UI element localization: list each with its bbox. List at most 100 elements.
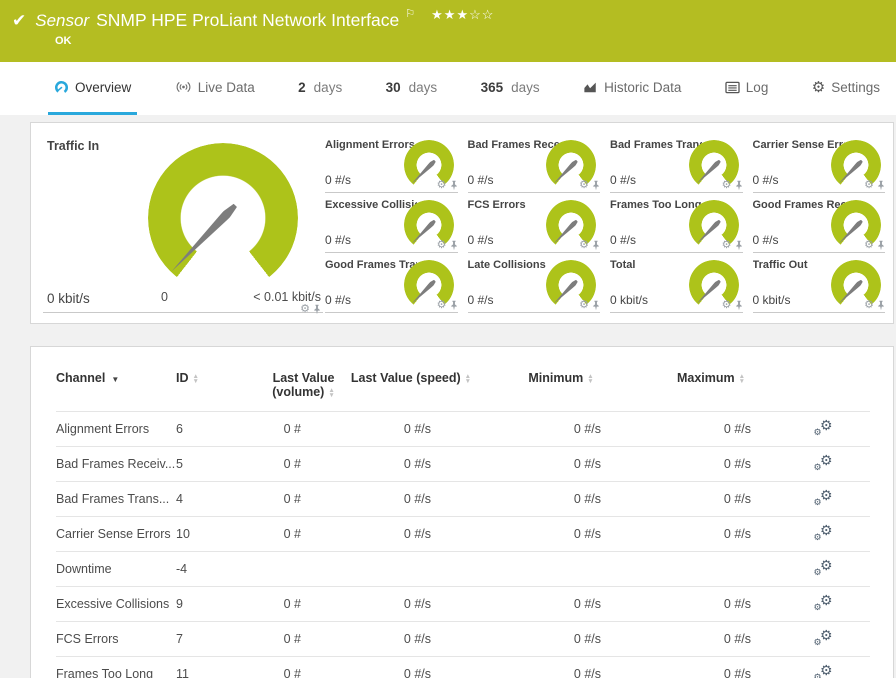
table-row: FCS Errors 7 0 # 0 #/s 0 #/s 0 #/s ⚙ ⚙: [56, 622, 870, 657]
gauge-cell: Good Frames Received 0 #/s ⚙: [753, 193, 886, 253]
channel-gear-icon[interactable]: ⚙: [722, 300, 732, 311]
sort-icon[interactable]: ▲▼: [465, 374, 471, 384]
sort-desc-icon[interactable]: ▼: [111, 375, 119, 384]
tab-overview[interactable]: Overview: [48, 62, 137, 115]
gauge-cell-title: Total: [610, 259, 635, 271]
log-list-icon: [725, 81, 740, 94]
gauge-cell-value: 0 #/s: [610, 173, 636, 187]
channel-gear-icon[interactable]: ⚙: [437, 300, 447, 311]
cell-channel: Frames Too Long: [56, 657, 176, 678]
channel-gear-icon[interactable]: ⚙: [864, 180, 874, 191]
gauge-cell-title: Late Collisions: [468, 259, 546, 271]
main-gauge-title: Traffic In: [47, 139, 99, 153]
sort-icon[interactable]: ▲▼: [739, 374, 745, 384]
edit-channel-gears-icon[interactable]: ⚙ ⚙: [814, 559, 833, 576]
edit-channel-gears-icon[interactable]: ⚙ ⚙: [814, 419, 833, 436]
pin-icon[interactable]: [877, 180, 885, 191]
pin-icon[interactable]: [450, 180, 458, 191]
sort-icon[interactable]: ▲▼: [193, 374, 199, 384]
priority-flag-icon[interactable]: ⚐: [405, 7, 415, 20]
small-gauge-grid: Alignment Errors 0 #/s ⚙ Bad Frames Rece…: [325, 133, 885, 313]
pin-icon[interactable]: [592, 240, 600, 251]
tab-label-word: days: [511, 80, 540, 95]
gauge-icon: [54, 80, 69, 95]
tab-30-days[interactable]: 30 days: [380, 62, 444, 115]
tab-log[interactable]: Log: [719, 62, 775, 115]
priority-stars[interactable]: ★★★☆☆: [431, 7, 494, 23]
tab-live-data[interactable]: Live Data: [169, 62, 261, 115]
pin-icon[interactable]: [877, 240, 885, 251]
channel-gear-icon[interactable]: ⚙: [722, 180, 732, 191]
edit-channel-gears-icon[interactable]: ⚙ ⚙: [814, 489, 833, 506]
sort-icon[interactable]: ▲▼: [587, 374, 593, 384]
channel-gear-icon[interactable]: ⚙: [579, 180, 589, 191]
cell-minimum: 0 #/s: [476, 517, 646, 552]
channel-gear-icon[interactable]: ⚙: [722, 240, 732, 251]
col-header-id[interactable]: ID▲▼: [176, 371, 261, 412]
channel-gear-icon[interactable]: ⚙: [864, 300, 874, 311]
main-gauge-value: 0 kbit/s: [47, 291, 90, 306]
gauge-cell: FCS Errors 0 #/s ⚙: [468, 193, 601, 253]
gauge-cell-title: Alignment Errors: [325, 139, 415, 151]
gauge-min-label: 0: [161, 290, 168, 304]
main-gauge-traffic-in: Traffic In 0 < 0.01 kbit/s 0 kbit/s ⚙: [43, 133, 323, 313]
table-header-row: Channel▼ ID▲▼ Last Value (volume)▲▼ Last…: [56, 371, 870, 412]
cell-last-value-speed: 0 #/s: [346, 482, 476, 517]
channel-gear-icon[interactable]: ⚙: [579, 240, 589, 251]
traffic-in-gauge: [148, 143, 298, 293]
area-chart-icon: [583, 80, 598, 94]
tab-label: Settings: [831, 80, 880, 95]
pin-icon[interactable]: [877, 300, 885, 311]
pin-icon[interactable]: [450, 240, 458, 251]
cell-channel: Excessive Collisions: [56, 587, 176, 622]
edit-channel-gears-icon[interactable]: ⚙ ⚙: [814, 524, 833, 541]
col-header-last-value-speed[interactable]: Last Value (speed)▲▼: [346, 371, 476, 412]
table-row: Frames Too Long 11 0 # 0 #/s 0 #/s 0 #/s…: [56, 657, 870, 678]
cell-maximum: [646, 552, 776, 587]
tab-365-days[interactable]: 365 days: [475, 62, 546, 115]
channel-gear-icon[interactable]: ⚙: [300, 304, 310, 315]
tab-settings[interactable]: ⚙ Settings: [806, 62, 886, 115]
pin-icon[interactable]: [313, 304, 321, 315]
col-header-channel[interactable]: Channel▼: [56, 371, 176, 412]
edit-channel-gears-icon[interactable]: ⚙ ⚙: [814, 629, 833, 646]
channel-gear-icon[interactable]: ⚙: [864, 240, 874, 251]
tab-label: Overview: [75, 80, 131, 95]
table-row: Bad Frames Receiv... 5 0 # 0 #/s 0 #/s 0…: [56, 447, 870, 482]
channel-gear-icon[interactable]: ⚙: [437, 180, 447, 191]
channel-gear-icon[interactable]: ⚙: [437, 240, 447, 251]
tab-label: Log: [746, 80, 769, 95]
pin-icon[interactable]: [735, 240, 743, 251]
gauge-cell-value: 0 #/s: [325, 233, 351, 247]
gauges-panel: Traffic In 0 < 0.01 kbit/s 0 kbit/s ⚙ Al…: [30, 122, 894, 324]
pin-icon[interactable]: [735, 300, 743, 311]
cell-last-value-volume: 0 #: [261, 587, 346, 622]
channel-table: Channel▼ ID▲▼ Last Value (volume)▲▼ Last…: [56, 371, 870, 678]
edit-channel-gears-icon[interactable]: ⚙ ⚙: [814, 664, 833, 678]
cell-minimum: 0 #/s: [476, 412, 646, 447]
edit-channel-gears-icon[interactable]: ⚙ ⚙: [814, 594, 833, 611]
cell-last-value-volume: 0 #: [261, 622, 346, 657]
cell-id: 5: [176, 447, 261, 482]
cell-maximum: 0 #/s: [646, 587, 776, 622]
gauge-cell-value: 0 #/s: [468, 173, 494, 187]
cell-last-value-volume: 0 #: [261, 447, 346, 482]
gauge-cell-value: 0 #/s: [753, 173, 779, 187]
col-header-last-value-volume[interactable]: Last Value (volume)▲▼: [261, 371, 346, 412]
pin-icon[interactable]: [450, 300, 458, 311]
channel-gear-icon[interactable]: ⚙: [579, 300, 589, 311]
sort-icon[interactable]: ▲▼: [328, 388, 334, 398]
cell-id: 10: [176, 517, 261, 552]
gauge-cell: Good Frames Transmit... 0 #/s ⚙: [325, 253, 458, 313]
tab-2-days[interactable]: 2 days: [292, 62, 348, 115]
tab-historic-data[interactable]: Historic Data: [577, 62, 687, 115]
cell-last-value-speed: 0 #/s: [346, 587, 476, 622]
edit-channel-gears-icon[interactable]: ⚙ ⚙: [814, 454, 833, 471]
col-header-minimum[interactable]: Minimum▲▼: [476, 371, 646, 412]
tab-label-number: 30: [386, 80, 401, 95]
pin-icon[interactable]: [592, 180, 600, 191]
pin-icon[interactable]: [735, 180, 743, 191]
cell-id: 4: [176, 482, 261, 517]
col-header-maximum[interactable]: Maximum▲▼: [646, 371, 776, 412]
pin-icon[interactable]: [592, 300, 600, 311]
